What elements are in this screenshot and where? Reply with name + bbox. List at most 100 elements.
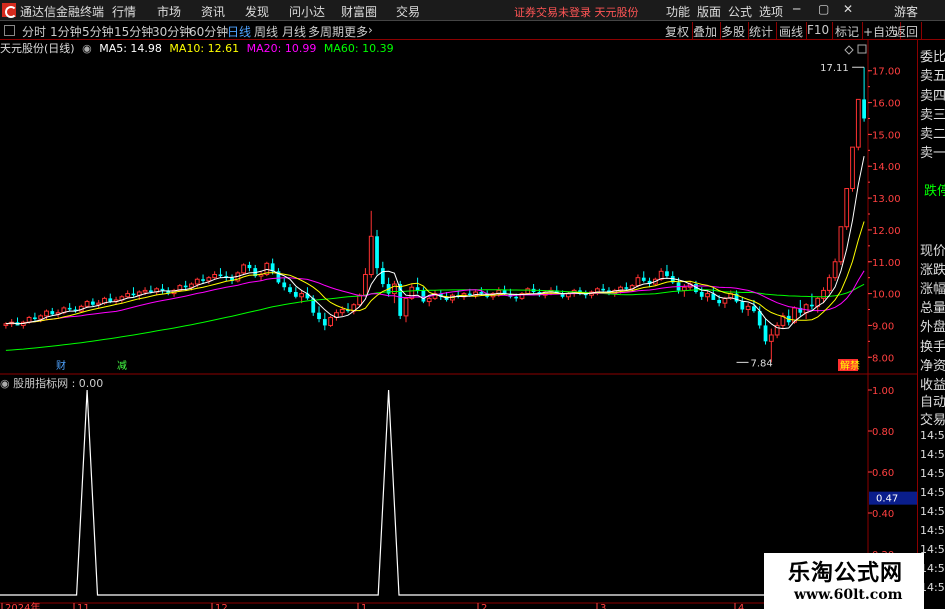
period-15min[interactable]: 15分钟 (114, 23, 153, 40)
menu-quotes[interactable]: 行情 (112, 3, 136, 20)
price-axis-label: 10.00 (872, 290, 901, 301)
indicator-label: 股朋指标网 : 0.00 (13, 377, 104, 390)
square-icon (857, 44, 867, 54)
side-panel-item: 委比 (920, 50, 945, 65)
candle-body (717, 299, 722, 304)
candle-body (862, 99, 866, 119)
menu-market[interactable]: 市场 (157, 3, 181, 20)
side-panel-item: 净资 (920, 359, 945, 374)
side-panel-item: 涨幅 (920, 282, 945, 297)
tool-draw-line[interactable]: 画线 (776, 22, 808, 39)
period-30min[interactable]: 30分钟 (152, 23, 191, 40)
price-axis-label: 9.00 (872, 321, 894, 332)
kline-chart[interactable]: 17.0016.0015.0014.0013.0012.0011.0010.00… (0, 40, 945, 609)
date-axis-label: 11 (77, 603, 90, 609)
period-timeshare[interactable]: 分时 (22, 23, 46, 40)
indicator-settings-icon[interactable]: ◉ (0, 377, 10, 390)
trade-login-warning[interactable]: 证券交易未登录 天元股份 (514, 4, 639, 20)
stock-label: 天元股份(日线) (0, 42, 75, 55)
side-panel-item: 卖五 (920, 69, 945, 84)
more-chevron-icon[interactable]: › (368, 23, 373, 37)
candle-body (339, 309, 345, 314)
candle-body (681, 286, 687, 291)
minimize-button[interactable]: ─ (793, 2, 800, 16)
app-logo-icon (2, 3, 17, 18)
ma-info-row: 天元股份(日线) ◉ MA5: 14.98 MA10: 12.61 MA20: … (0, 40, 398, 56)
price-axis-label: 16.00 (872, 99, 901, 110)
period-5min[interactable]: 5分钟 (82, 23, 114, 40)
tool-f10[interactable]: F10 (804, 22, 834, 39)
candle-body (212, 273, 218, 279)
close-button[interactable]: ✕ (843, 2, 853, 16)
candle-body (810, 304, 814, 307)
candle-body (282, 282, 287, 288)
side-panel-item: 14:56 (920, 505, 945, 518)
period-more[interactable]: 更多 (344, 23, 368, 40)
watermark-title: 乐淘公式网 (788, 561, 904, 586)
menu-wealth-circle[interactable]: 财富圈 (341, 3, 377, 20)
date-axis-label: 4 (738, 603, 744, 609)
ma5-line (5, 156, 865, 330)
price-axis-label: 13.00 (872, 194, 901, 205)
price-axis-label: 17.00 (872, 67, 901, 78)
tool-overlay[interactable]: 叠加 (690, 22, 722, 39)
side-panel-item: 涨跌 (920, 263, 945, 278)
event-tag-jian: 减 (117, 360, 127, 372)
tool-restore-rights[interactable]: 复权 (662, 22, 694, 39)
candle-body (131, 293, 136, 296)
menu-options[interactable]: 选项 (759, 3, 783, 20)
candle-body (293, 292, 298, 297)
ma-settings-icon[interactable]: ◉ (82, 42, 92, 55)
maximize-button[interactable]: ▢ (818, 2, 829, 16)
period-weekly[interactable]: 周线 (254, 23, 278, 40)
candle-body (740, 301, 745, 310)
candle-body (826, 277, 832, 291)
period-multi[interactable]: 多周期 (308, 23, 344, 40)
guest-user[interactable]: 游客 (894, 3, 918, 20)
side-panel-item: 跌停 (924, 184, 945, 199)
menu-discover[interactable]: 发现 (245, 3, 269, 20)
date-axis-label: 12 (215, 603, 228, 609)
tool-statistics[interactable]: 统计 (746, 22, 778, 39)
candle-body (241, 264, 247, 274)
side-panel-item: 卖一 (920, 146, 945, 161)
ind-axis-label: 0.60 (872, 468, 894, 479)
price-axis-label: 15.00 (872, 130, 901, 141)
ma5-value: MA5: 14.98 (99, 42, 162, 55)
tool-multi-stock[interactable]: 多股 (718, 22, 750, 39)
menu-layout[interactable]: 版面 (697, 3, 721, 20)
candle-body (368, 235, 374, 275)
candle-body (403, 297, 409, 317)
panel-toggle-icon[interactable] (4, 25, 15, 36)
candle-body (328, 316, 334, 326)
ind-axis-label: 0.80 (872, 427, 894, 438)
side-panel-item: 换手 (920, 340, 945, 355)
date-axis-label: 1 (361, 603, 367, 609)
menu-news[interactable]: 资讯 (201, 3, 225, 20)
price-axis-label: 11.00 (872, 258, 901, 269)
event-tag-cai: 财 (56, 359, 66, 372)
period-monthly[interactable]: 月线 (282, 23, 306, 40)
side-panel-item: 自动 (920, 395, 945, 410)
candle-body (752, 306, 756, 312)
candle-body (194, 278, 200, 285)
lockup-tag: 解禁 (840, 359, 860, 372)
candle-body (803, 304, 809, 314)
candle-body (189, 283, 194, 288)
candle-body (125, 293, 131, 298)
menu-formula[interactable]: 公式 (728, 3, 752, 20)
candle-body (299, 293, 305, 298)
candle-body (322, 319, 327, 326)
candle-body (635, 277, 641, 287)
period-1min[interactable]: 1分钟 (50, 23, 82, 40)
tool-mark[interactable]: 标记 (832, 22, 864, 39)
watermark: 乐淘公式网 www.60lt.com (764, 553, 924, 609)
period-60min[interactable]: 60分钟 (189, 23, 228, 40)
menu-trade[interactable]: 交易 (396, 3, 420, 20)
price-axis-label: 14.00 (872, 162, 901, 173)
menu-wenxiaoda[interactable]: 问小达 (289, 3, 325, 20)
candle-body (601, 288, 606, 291)
menu-function[interactable]: 功能 (666, 3, 690, 20)
tool-back[interactable]: 返回 (891, 22, 923, 39)
period-daily[interactable]: 日线 (227, 23, 251, 40)
